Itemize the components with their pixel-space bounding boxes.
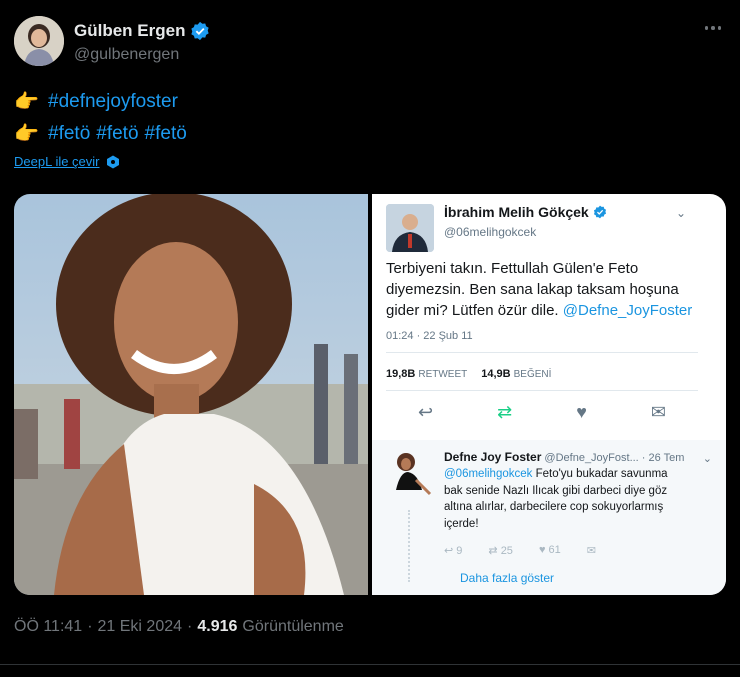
reply-mention: @06melihgokcek: [444, 468, 533, 480]
message-icon: ✉: [650, 402, 666, 422]
like-icon: ♥: [576, 402, 587, 422]
hashtag-link[interactable]: #fetö: [145, 118, 187, 150]
divider: [386, 390, 698, 391]
embedded-tweet-stats: 19,8B RETWEET 14,9B BEĞENİ: [386, 368, 551, 380]
embedded-author-avatar: [386, 204, 434, 252]
embedded-author-name: İbrahim Melih Gökçek: [444, 204, 589, 220]
show-more-link: Daha fazla göster: [460, 571, 555, 585]
message-icon: ✉: [586, 545, 596, 557]
embedded-tweet-text: Terbiyeni takın. Fettullah Gülen'e Feto …: [386, 258, 716, 321]
retweet-icon: ⇄: [497, 402, 513, 422]
tweet-line: 👉 #defnejoyfoster: [14, 86, 187, 118]
chevron-down-icon: ⌄: [702, 453, 712, 465]
author-name[interactable]: Gülben Ergen: [74, 21, 185, 41]
reply-retweet-count: 25: [500, 545, 513, 557]
retweet-label: RETWEET: [418, 369, 468, 380]
retweet-icon: ⇄: [488, 545, 501, 557]
reply-icon: ↩: [444, 545, 457, 557]
like-icon: ♥: [538, 544, 549, 556]
views-label: Görüntülenme: [242, 618, 344, 635]
woman-portrait-photo[interactable]: [14, 194, 368, 595]
divider: [386, 352, 698, 353]
media-container[interactable]: İbrahim Melih Gökçek @06melihgokcek ⌄ Te…: [14, 194, 726, 595]
thread-line: [408, 510, 410, 582]
divider: [0, 664, 740, 665]
hashtag-link[interactable]: #fetö: [48, 118, 90, 150]
like-label: BEĞENİ: [513, 369, 552, 380]
reply-actions: ↩ 9 ⇄ 25 ♥ 61 ✉: [444, 544, 684, 557]
tweet-line: 👉 #fetö #fetö #fetö: [14, 118, 187, 150]
reply-header: Defne Joy Foster @Defne_JoyFost... · 26 …: [444, 450, 714, 464]
reply-count: 9: [456, 545, 463, 557]
embedded-mention: @Defne_JoyFoster: [562, 302, 693, 319]
profile-photo-icon: [386, 450, 434, 502]
embedded-tweet-time: 01:24 · 22 Şub 11: [386, 330, 473, 342]
embedded-tweet-screenshot[interactable]: İbrahim Melih Gökçek @06melihgokcek ⌄ Te…: [372, 194, 726, 595]
tweet-meta: ÖÖ 11:41 · 21 Eki 2024 · 4.916 Görüntüle…: [14, 618, 344, 636]
reply-text: @06melihgokcek Feto'yu bukadar savunma b…: [444, 466, 684, 532]
view-count: 4.916: [197, 618, 238, 635]
profile-photo-icon: [14, 16, 64, 66]
portrait-image-icon: [14, 194, 368, 595]
verified-badge-icon: [593, 205, 606, 219]
pointing-hand-icon: 👉: [14, 123, 39, 145]
pointing-hand-icon: 👉: [14, 91, 39, 113]
author-avatar[interactable]: [14, 16, 64, 66]
reply-author-avatar: [386, 450, 434, 502]
reply-author-name: Defne Joy Foster: [444, 450, 542, 464]
hashtag-link[interactable]: #fetö: [96, 118, 138, 150]
retweet-count: 19,8B: [386, 368, 416, 380]
more-options-icon[interactable]: [700, 18, 726, 38]
meta-separator: ·: [87, 618, 93, 635]
chevron-down-icon: ⌄: [675, 206, 686, 220]
reply-like-count: 61: [548, 544, 561, 556]
profile-photo-icon: [386, 204, 434, 252]
hashtag-link[interactable]: #defnejoyfoster: [48, 86, 178, 118]
deepl-icon: [106, 155, 119, 168]
translate-link[interactable]: DeepL ile çevir: [14, 154, 120, 169]
reply-handle-date: @Defne_JoyFost... · 26 Tem: [544, 452, 685, 464]
tweet-body: 👉 #defnejoyfoster 👉 #fetö #fetö #fetö: [14, 86, 187, 150]
meta-separator: ·: [187, 618, 193, 635]
verified-badge-icon: [191, 21, 210, 41]
tweet-time[interactable]: ÖÖ 11:41: [14, 618, 82, 636]
tweet-date[interactable]: 21 Eki 2024: [98, 618, 183, 636]
retweet-count-group: ⇄ 25: [488, 544, 513, 557]
like-count-group: ♥ 61: [539, 544, 561, 557]
embedded-tweet-actions: ↩ ⇄ ♥ ✉: [386, 402, 698, 423]
translate-label[interactable]: DeepL ile çevir: [14, 154, 100, 169]
like-count: 14,9B: [481, 368, 511, 380]
embedded-author-handle: @06melihgokcek: [444, 225, 537, 239]
author-handle[interactable]: @gulbenergen: [74, 46, 179, 64]
tweet-header: Gülben Ergen @gulbenergen: [14, 16, 726, 70]
reply-count-group: ↩ 9: [444, 544, 462, 557]
reply-icon: ↩: [418, 402, 434, 422]
